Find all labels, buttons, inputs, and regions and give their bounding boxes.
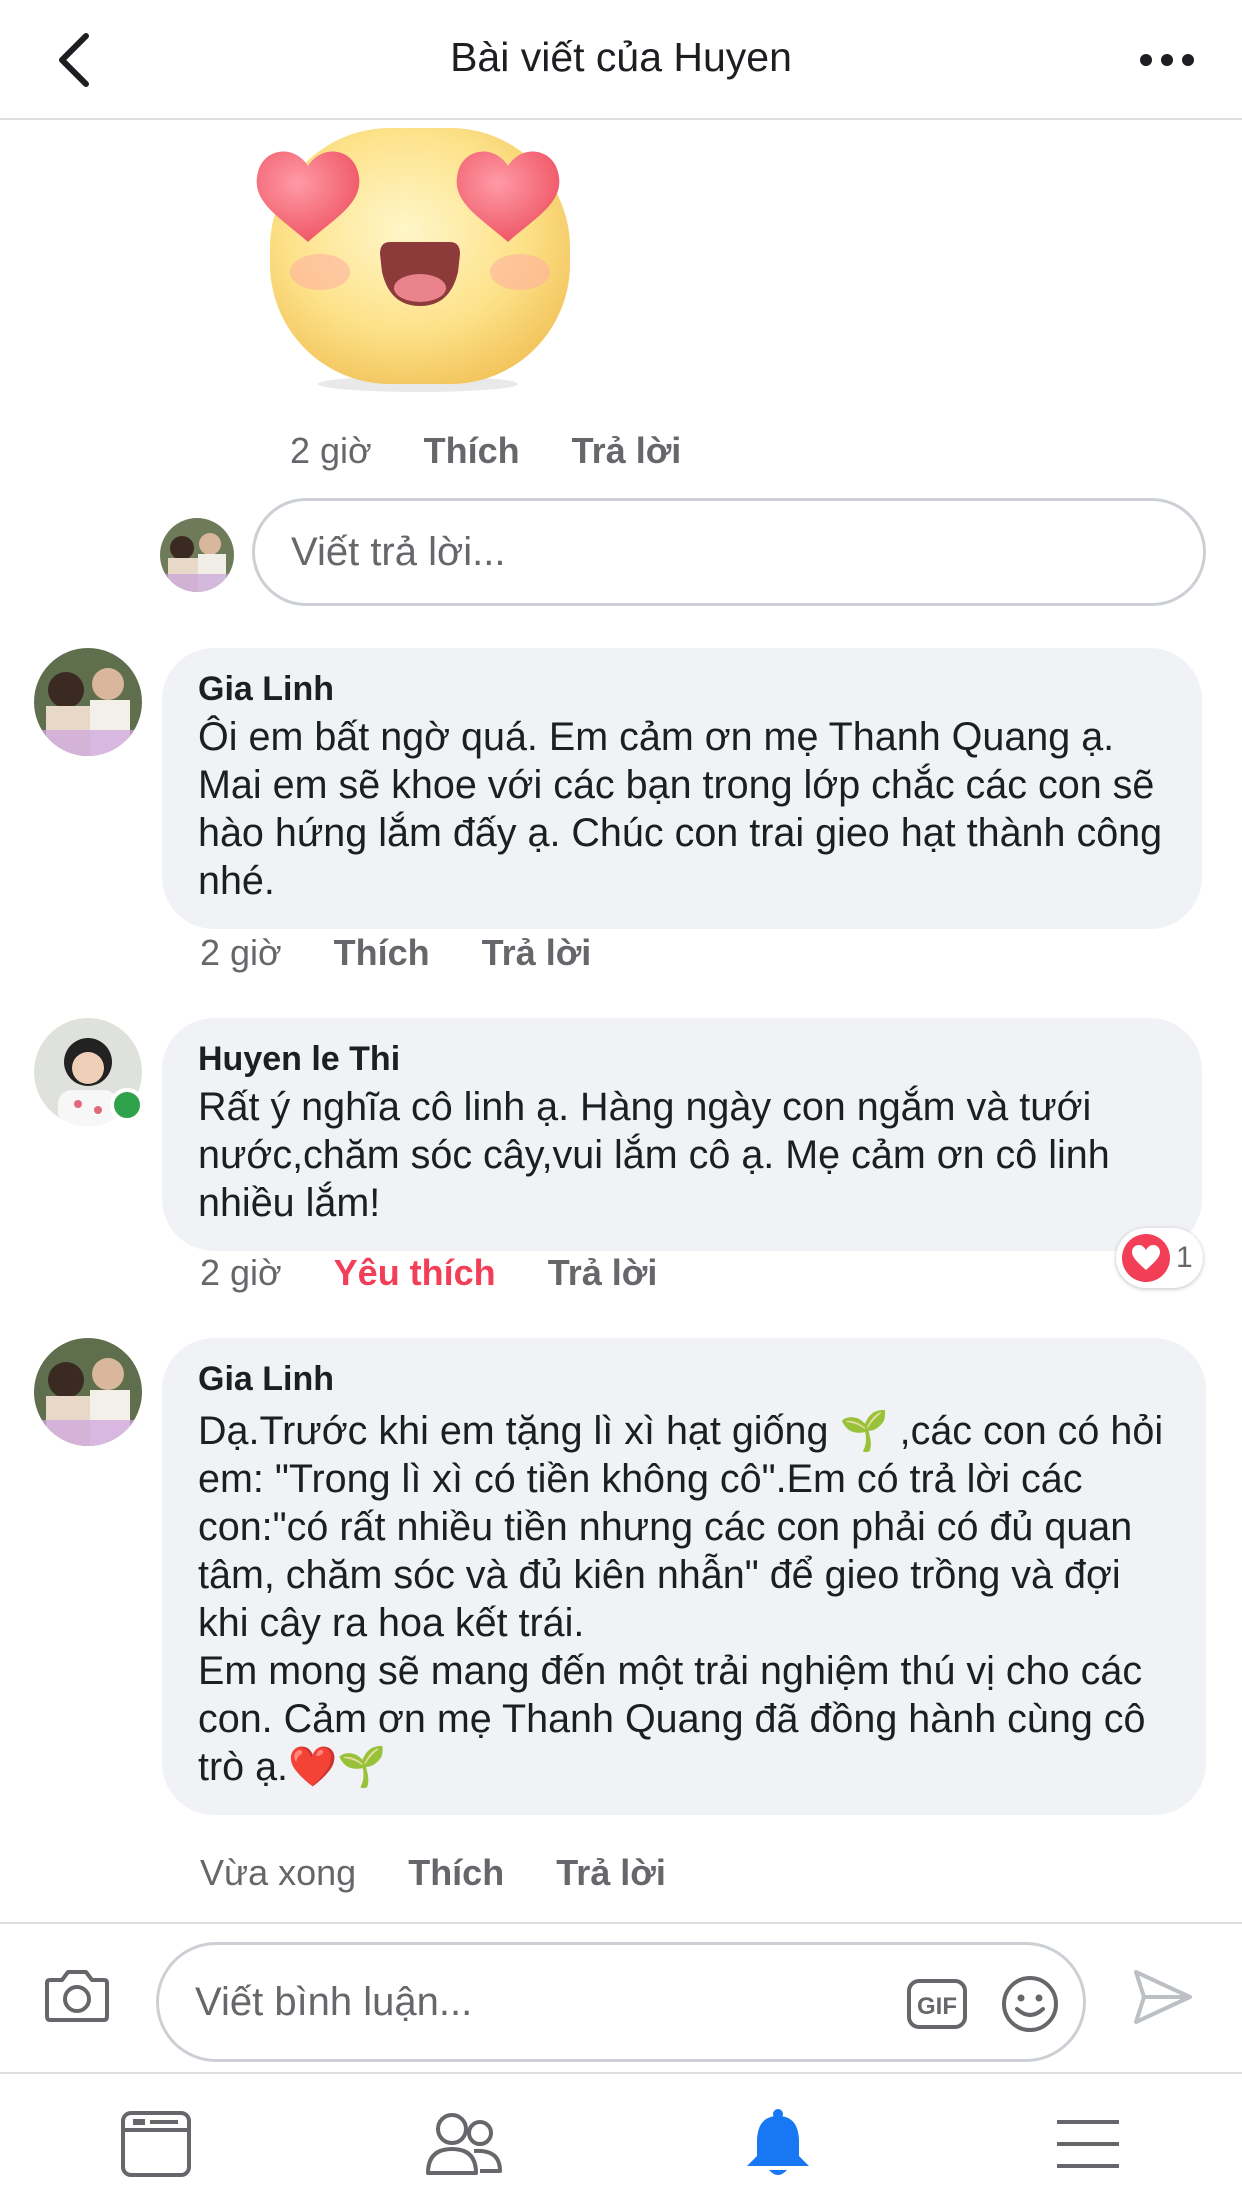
comment-author[interactable]: Gia Linh bbox=[198, 1360, 1170, 1399]
comment-thread: 2 giờ Thích Trả lời Viết trả lời... Gia … bbox=[0, 122, 1242, 1922]
top-bar: Bài viết của Huyen bbox=[0, 0, 1242, 120]
tab-notifications[interactable] bbox=[738, 2104, 818, 2184]
like-button[interactable]: Thích bbox=[334, 932, 430, 974]
reaction-summary[interactable]: 1 bbox=[1116, 1228, 1203, 1288]
gif-button[interactable]: GIF bbox=[907, 1979, 967, 2029]
comment-bubble: Gia Linh Dạ.Trước khi em tặng lì xì hạt … bbox=[162, 1338, 1206, 1815]
comment-meta-row: Vừa xong Thích Trả lời bbox=[200, 1852, 718, 1894]
reply-button[interactable]: Trả lời bbox=[556, 1852, 666, 1894]
bottom-tab-bar bbox=[0, 2072, 1242, 2208]
reply-button[interactable]: Trả lời bbox=[548, 1252, 658, 1294]
avatar[interactable] bbox=[160, 518, 234, 592]
more-options-button[interactable] bbox=[1132, 40, 1202, 80]
reply-input-placeholder: Viết trả lời... bbox=[291, 529, 506, 574]
comment-bubble: Gia Linh Ôi em bất ngờ quá. Em cảm ơn mẹ… bbox=[162, 648, 1202, 929]
timestamp: 2 giờ bbox=[290, 430, 372, 471]
comment-input[interactable]: Viết bình luận... GIF bbox=[156, 1942, 1086, 2062]
timestamp: Vừa xong bbox=[200, 1852, 357, 1893]
reply-button[interactable]: Trả lời bbox=[572, 430, 682, 472]
comment-composer: Viết bình luận... GIF bbox=[0, 1922, 1242, 2072]
comment-author[interactable]: Gia Linh bbox=[198, 670, 1166, 709]
reaction-count: 1 bbox=[1176, 1241, 1193, 1274]
tab-menu[interactable] bbox=[1048, 2104, 1128, 2184]
love-reaction-button[interactable]: Yêu thích bbox=[334, 1252, 496, 1294]
reply-input[interactable]: Viết trả lời... bbox=[252, 498, 1206, 606]
page-title: Bài viết của Huyen bbox=[450, 34, 792, 80]
reply-meta-row: 2 giờ Thích Trả lời bbox=[290, 430, 733, 472]
comment-meta-row: 2 giờ Thích Trả lời bbox=[200, 932, 643, 974]
comment-author[interactable]: Huyen le Thi bbox=[198, 1040, 1166, 1079]
smiley-icon bbox=[1002, 1976, 1058, 2032]
news-feed-icon bbox=[121, 2111, 191, 2177]
comment-text: Rất ý nghĩa cô linh ạ. Hàng ngày con ngắ… bbox=[198, 1085, 1121, 1225]
emoji-button[interactable] bbox=[1001, 1975, 1059, 2033]
notifications-icon bbox=[747, 2109, 809, 2175]
avatar[interactable] bbox=[34, 1338, 142, 1446]
timestamp: 2 giờ bbox=[200, 932, 282, 973]
tab-news-feed[interactable] bbox=[116, 2104, 196, 2184]
online-status-indicator bbox=[110, 1088, 144, 1122]
tab-friends[interactable] bbox=[424, 2104, 504, 2184]
reply-button[interactable]: Trả lời bbox=[482, 932, 592, 974]
gif-icon: GIF bbox=[907, 1979, 967, 2029]
send-icon bbox=[1134, 1970, 1192, 2024]
comment-input-placeholder: Viết bình luận... bbox=[195, 1979, 473, 2024]
menu-icon bbox=[1057, 2120, 1119, 2168]
comment-bubble: Huyen le Thi Rất ý nghĩa cô linh ạ. Hàng… bbox=[162, 1018, 1202, 1251]
heart-eyes-sticker bbox=[250, 122, 590, 392]
svg-text:GIF: GIF bbox=[917, 1993, 957, 2020]
more-icon bbox=[1140, 54, 1194, 66]
camera-button[interactable] bbox=[44, 1964, 110, 2024]
like-button[interactable]: Thích bbox=[408, 1852, 504, 1894]
timestamp: 2 giờ bbox=[200, 1252, 282, 1293]
friends-icon bbox=[426, 2113, 502, 2175]
send-button[interactable] bbox=[1130, 1964, 1196, 2030]
comment-meta-row: 2 giờ Yêu thích Trả lời bbox=[200, 1252, 709, 1294]
comment-text: Dạ.Trước khi em tặng lì xì hạt giống 🌱 ,… bbox=[198, 1409, 1164, 1789]
comment-text: Ôi em bất ngờ quá. Em cảm ơn mẹ Thanh Qu… bbox=[198, 715, 1174, 903]
camera-icon bbox=[45, 1970, 109, 2022]
avatar[interactable] bbox=[34, 648, 142, 756]
like-button[interactable]: Thích bbox=[424, 430, 520, 472]
heart-icon bbox=[1122, 1234, 1170, 1282]
